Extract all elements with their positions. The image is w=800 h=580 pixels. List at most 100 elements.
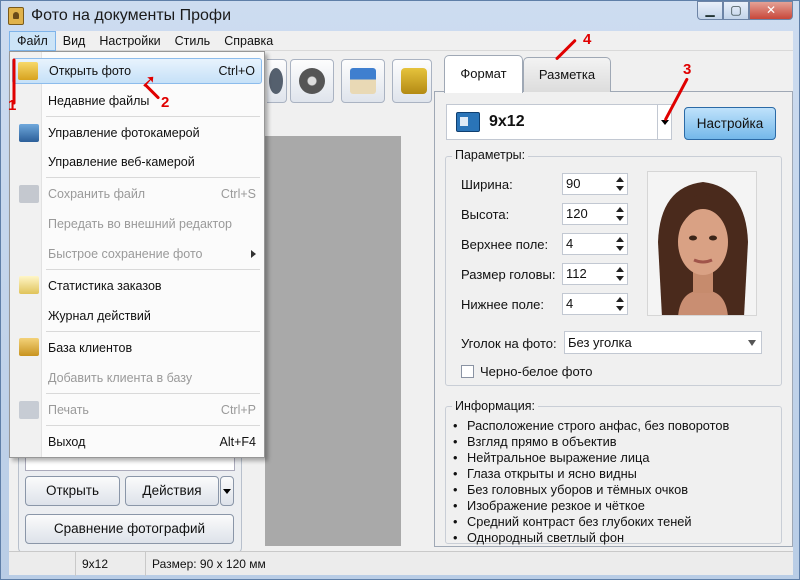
list-item: Глаза открыты и ясно видны <box>453 466 783 482</box>
app-logo-icon <box>8 7 24 25</box>
list-item: Однородный светлый фон <box>453 530 783 546</box>
info-title: Информация: <box>452 399 539 413</box>
menu-help[interactable]: Справка <box>217 31 280 51</box>
actions-button[interactable]: Действия <box>125 476 219 506</box>
toolbar-home-button[interactable] <box>341 59 385 103</box>
title-bar: Фото на документы Профи ▁ ▢ ✕ <box>1 1 799 31</box>
menu-bar: Файл Вид Настройки Стиль Справка <box>9 30 793 51</box>
menu-item-label: Недавние файлы <box>48 94 150 108</box>
width-stepper[interactable]: 90 <box>562 173 628 195</box>
menu-separator <box>46 393 260 394</box>
height-value: 120 <box>566 206 588 221</box>
annotation-2: 2 <box>161 94 170 111</box>
head-size-value: 112 <box>566 266 587 281</box>
photo-preview-area[interactable] <box>265 136 401 546</box>
annotation-4: 4 <box>583 31 592 48</box>
toolbar-cart-button[interactable] <box>392 59 432 103</box>
menu-item-label: Открыть фото <box>49 64 132 78</box>
corner-value: Без уголка <box>568 335 632 350</box>
status-size: Размер: 90 x 120 мм <box>145 552 405 576</box>
chevron-down-icon <box>223 489 231 494</box>
open-button[interactable]: Открыть <box>25 476 120 506</box>
menu-separator <box>46 269 260 270</box>
top-margin-value: 4 <box>566 236 574 251</box>
spin-arrows-icon[interactable] <box>615 266 625 282</box>
menu-item-shortcut: Ctrl+P <box>220 403 256 417</box>
menu-item-save-file[interactable]: Сохранить файл Ctrl+S <box>12 181 262 207</box>
floppy-disk-icon <box>19 185 39 203</box>
menu-item-label: Печать <box>48 403 89 417</box>
corner-select[interactable]: Без уголка <box>564 331 762 354</box>
menu-item-open-photo[interactable]: Открыть фото Ctrl+O <box>12 58 262 84</box>
compare-photos-button[interactable]: Сравнение фотографий <box>25 514 234 544</box>
database-icon <box>19 338 39 356</box>
menu-separator <box>46 425 260 426</box>
menu-item-external-editor[interactable]: Передать во внешний редактор <box>12 211 262 237</box>
menu-item-label: Журнал действий <box>48 309 151 323</box>
file-menu-dropdown: Открыть фото Ctrl+O Недавние файлы Управ… <box>9 51 265 458</box>
height-stepper[interactable]: 120 <box>562 203 628 225</box>
menu-item-recent-files[interactable]: Недавние файлы <box>12 88 262 114</box>
menu-style[interactable]: Стиль <box>168 31 218 51</box>
setup-button[interactable]: Настройка <box>684 107 776 140</box>
menu-item-label: Передать во внешний редактор <box>48 217 233 231</box>
close-button[interactable]: ✕ <box>749 1 793 20</box>
menu-item-label: Сохранить файл <box>48 187 146 201</box>
folder-open-icon <box>18 62 38 80</box>
chevron-down-icon <box>748 340 756 346</box>
list-item: Взгляд прямо в объектив <box>453 434 783 450</box>
list-item: Без головных уборов и тёмных очков <box>453 482 783 498</box>
menu-item-shortcut: Ctrl+S <box>220 187 256 201</box>
menu-item-label: Управление фотокамерой <box>48 126 200 140</box>
bottom-margin-stepper[interactable]: 4 <box>562 293 628 315</box>
top-margin-label: Верхнее поле: <box>461 237 549 252</box>
sample-photo <box>647 171 757 316</box>
tab-format[interactable]: Формат <box>444 55 523 93</box>
shopping-cart-icon <box>401 68 427 94</box>
menu-item-label: Статистика заказов <box>48 279 162 293</box>
menu-item-camera-control[interactable]: Управление фотокамерой <box>12 120 262 146</box>
spin-arrows-icon[interactable] <box>615 296 625 312</box>
tab-markup[interactable]: Разметка <box>523 57 611 92</box>
menu-item-order-stats[interactable]: Статистика заказов <box>12 273 262 299</box>
minimize-button[interactable]: ▁ <box>697 1 723 20</box>
menu-separator <box>46 177 260 178</box>
menu-item-label: Управление веб-камерой <box>48 155 195 169</box>
menu-item-quick-save[interactable]: Быстрое сохранение фото <box>12 241 262 267</box>
bottom-margin-value: 4 <box>566 296 574 311</box>
menu-item-shortcut: Alt+F4 <box>219 435 256 449</box>
camera-icon <box>19 124 39 142</box>
toolbar-film-button[interactable] <box>290 59 334 103</box>
notepad-icon <box>19 276 39 294</box>
toolbar-camera-button[interactable] <box>267 59 287 103</box>
menu-separator <box>46 116 260 117</box>
width-label: Ширина: <box>461 177 513 192</box>
bottom-margin-label: Нижнее поле: <box>461 297 545 312</box>
list-item: Расположение строго анфас, без поворотов <box>453 418 783 434</box>
head-size-stepper[interactable]: 112 <box>562 263 628 285</box>
width-value: 90 <box>566 176 581 191</box>
actions-dropdown-button[interactable] <box>220 476 234 506</box>
menu-settings[interactable]: Настройки <box>92 31 167 51</box>
top-margin-stepper[interactable]: 4 <box>562 233 628 255</box>
head-size-label: Размер головы: <box>461 267 556 282</box>
status-format: 9x12 <box>75 552 145 576</box>
menu-item-webcam-control[interactable]: Управление веб-камерой <box>12 149 262 175</box>
menu-item-print[interactable]: Печать Ctrl+P <box>12 397 262 423</box>
menu-item-exit[interactable]: Выход Alt+F4 <box>12 429 262 455</box>
menu-item-add-client[interactable]: Добавить клиента в базу <box>12 365 262 391</box>
menu-view[interactable]: Вид <box>56 31 93 51</box>
menu-item-client-db[interactable]: База клиентов <box>12 335 262 361</box>
spin-arrows-icon[interactable] <box>615 206 625 222</box>
spin-arrows-icon[interactable] <box>615 176 625 192</box>
spin-arrows-icon[interactable] <box>615 236 625 252</box>
menu-file[interactable]: Файл <box>9 30 56 51</box>
menu-item-label: Добавить клиента в базу <box>48 371 193 385</box>
maximize-button[interactable]: ▢ <box>723 1 749 20</box>
house-icon <box>350 68 376 94</box>
printer-icon <box>19 401 39 419</box>
bw-checkbox[interactable] <box>461 365 474 378</box>
menu-item-action-log[interactable]: Журнал действий <box>12 303 262 329</box>
corner-label: Уголок на фото: <box>461 336 557 351</box>
annotation-3: 3 <box>683 61 692 78</box>
